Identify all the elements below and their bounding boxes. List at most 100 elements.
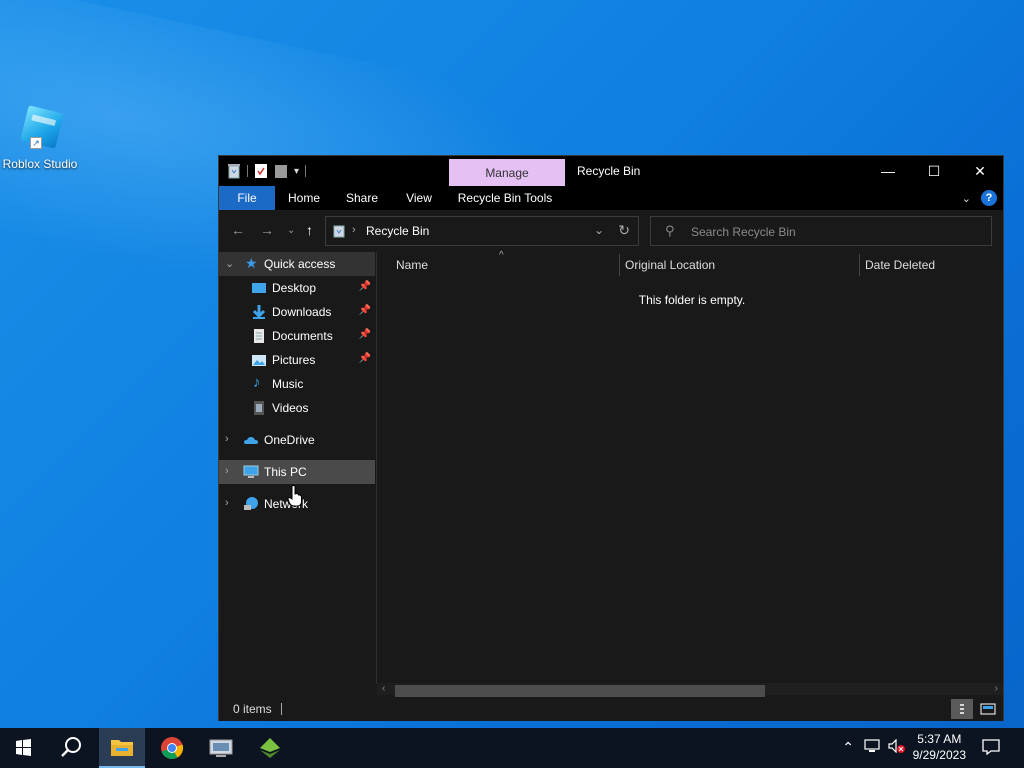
- nav-quick-access[interactable]: ⌄ ★ Quick access: [219, 252, 375, 276]
- qat-dropdown-icon[interactable]: ▾: [294, 166, 299, 177]
- desktop-icon-roblox-studio[interactable]: ↗ Roblox Studio: [2, 105, 78, 171]
- nav-item-documents[interactable]: Documents 📌: [219, 324, 375, 348]
- nav-label: Quick access: [264, 257, 336, 271]
- nav-label: Pictures: [272, 353, 316, 367]
- downloads-icon: [251, 304, 267, 320]
- network-status-icon[interactable]: [864, 739, 880, 756]
- empty-folder-message: This folder is empty.: [638, 293, 746, 307]
- pin-icon[interactable]: 📌: [359, 329, 371, 340]
- nav-item-desktop[interactable]: Desktop 📌: [219, 276, 375, 300]
- tab-share[interactable]: Share: [339, 186, 385, 210]
- window-title: Recycle Bin: [577, 164, 641, 178]
- up-icon[interactable]: ↑: [306, 222, 313, 238]
- tab-recycle-bin-tools[interactable]: Recycle Bin Tools: [455, 186, 555, 210]
- nav-item-onedrive[interactable]: › OneDrive: [219, 428, 375, 452]
- search-input[interactable]: Search Recycle Bin: [691, 225, 796, 239]
- file-explorer-icon[interactable]: [99, 728, 145, 768]
- ribbon-tabs: File Home Share View Recycle Bin Tools ⌄…: [219, 186, 1003, 210]
- breadcrumb-separator-icon: ›: [352, 224, 356, 236]
- start-button[interactable]: [0, 728, 46, 768]
- column-header-date-deleted[interactable]: Date Deleted: [865, 258, 935, 272]
- search-icon[interactable]: [48, 728, 94, 768]
- nav-label: This PC: [264, 465, 307, 479]
- nav-label: OneDrive: [264, 433, 315, 447]
- nav-item-this-pc[interactable]: › This PC: [219, 460, 375, 484]
- tab-manage[interactable]: Manage: [449, 159, 565, 187]
- videos-icon: [251, 400, 267, 416]
- desktop-icon: [251, 280, 267, 296]
- computer-icon: [243, 464, 259, 480]
- roblox-studio-icon: ↗: [18, 105, 64, 149]
- volume-muted-icon[interactable]: [888, 738, 906, 756]
- app-icon-green[interactable]: [247, 728, 293, 768]
- scroll-left-icon[interactable]: ‹: [382, 683, 385, 694]
- notifications-icon[interactable]: [982, 739, 1000, 758]
- column-divider[interactable]: [619, 254, 620, 276]
- taskbar: ⌃ 5:37 AM 9/29/2023: [0, 728, 1024, 768]
- clock-date: 9/29/2023: [912, 748, 966, 762]
- nav-item-videos[interactable]: Videos: [219, 396, 375, 420]
- breadcrumb[interactable]: Recycle Bin: [366, 224, 429, 238]
- recent-locations-icon[interactable]: ⌄: [287, 225, 295, 236]
- scrollbar-thumb[interactable]: [395, 685, 765, 697]
- pin-icon[interactable]: 📌: [359, 305, 371, 316]
- collapse-icon[interactable]: ⌄: [225, 257, 234, 270]
- nav-item-pictures[interactable]: Pictures 📌: [219, 348, 375, 372]
- status-bar: 0 items: [219, 697, 1003, 721]
- tab-file[interactable]: File: [219, 186, 275, 210]
- close-button[interactable]: ✕: [957, 156, 1003, 186]
- documents-icon: [251, 328, 267, 344]
- search-box[interactable]: ⚲ Search Recycle Bin: [650, 216, 992, 246]
- forward-icon[interactable]: →: [260, 222, 274, 238]
- nav-label: Downloads: [272, 305, 332, 319]
- nav-label: Videos: [272, 401, 309, 415]
- properties-icon[interactable]: [254, 163, 268, 179]
- clock[interactable]: 5:37 AM 9/29/2023: [913, 731, 966, 763]
- details-view-button[interactable]: [951, 699, 973, 719]
- column-header-original-location[interactable]: Original Location: [625, 258, 715, 272]
- pin-icon[interactable]: 📌: [359, 353, 371, 364]
- minimize-button[interactable]: —: [865, 156, 911, 186]
- show-hidden-icons-icon[interactable]: ⌃: [842, 739, 854, 756]
- new-folder-icon[interactable]: [274, 163, 288, 179]
- expand-icon[interactable]: ›: [225, 497, 229, 509]
- expand-icon[interactable]: ›: [225, 433, 229, 445]
- app-icon[interactable]: [198, 728, 244, 768]
- network-icon: [243, 496, 259, 512]
- cloud-icon: [243, 432, 259, 448]
- pin-icon[interactable]: 📌: [359, 281, 371, 292]
- tab-view[interactable]: View: [397, 186, 441, 210]
- clock-time: 5:37 AM: [917, 732, 962, 746]
- music-icon: ♪: [253, 374, 261, 391]
- file-explorer-window: ▾ Manage Recycle Bin — ☐ ✕ File Home Sha…: [218, 155, 1004, 721]
- refresh-icon[interactable]: ↻: [618, 222, 630, 239]
- chrome-icon[interactable]: [149, 728, 195, 768]
- sort-ascending-icon: ^: [499, 250, 504, 261]
- separator: [305, 165, 307, 177]
- column-headers: ^ Name Original Location Date Deleted: [377, 250, 1003, 278]
- item-count: 0 items: [233, 702, 272, 716]
- tab-home[interactable]: Home: [281, 186, 327, 210]
- file-list[interactable]: ^ Name Original Location Date Deleted Th…: [377, 250, 1003, 684]
- help-icon[interactable]: ?: [981, 190, 997, 206]
- nav-label: Desktop: [272, 281, 317, 295]
- address-bar[interactable]: › Recycle Bin ⌄ ↻: [325, 216, 639, 246]
- nav-item-downloads[interactable]: Downloads 📌: [219, 300, 375, 324]
- nav-item-music[interactable]: ♪ Music: [219, 372, 375, 396]
- horizontal-scrollbar[interactable]: ‹ ›: [377, 683, 1003, 697]
- pictures-icon: [251, 352, 267, 368]
- large-icons-view-button[interactable]: [977, 699, 999, 719]
- title-bar[interactable]: ▾ Manage Recycle Bin — ☐ ✕: [219, 156, 1003, 187]
- column-divider[interactable]: [859, 254, 860, 276]
- column-header-name[interactable]: Name: [396, 258, 428, 272]
- scroll-right-icon[interactable]: ›: [995, 683, 998, 694]
- address-dropdown-icon[interactable]: ⌄: [594, 223, 604, 237]
- expand-icon[interactable]: ›: [225, 465, 229, 477]
- desktop-icon-label: Roblox Studio: [2, 157, 78, 171]
- recycle-bin-icon: [332, 224, 346, 238]
- hand-cursor-icon: [287, 485, 303, 507]
- back-icon[interactable]: ←: [231, 222, 245, 238]
- expand-ribbon-icon[interactable]: ⌄: [962, 192, 971, 205]
- navigation-bar: ← → ⌄ ↑ › Recycle Bin ⌄ ↻ ⚲ Search Recyc…: [219, 210, 1003, 252]
- maximize-button[interactable]: ☐: [911, 156, 957, 186]
